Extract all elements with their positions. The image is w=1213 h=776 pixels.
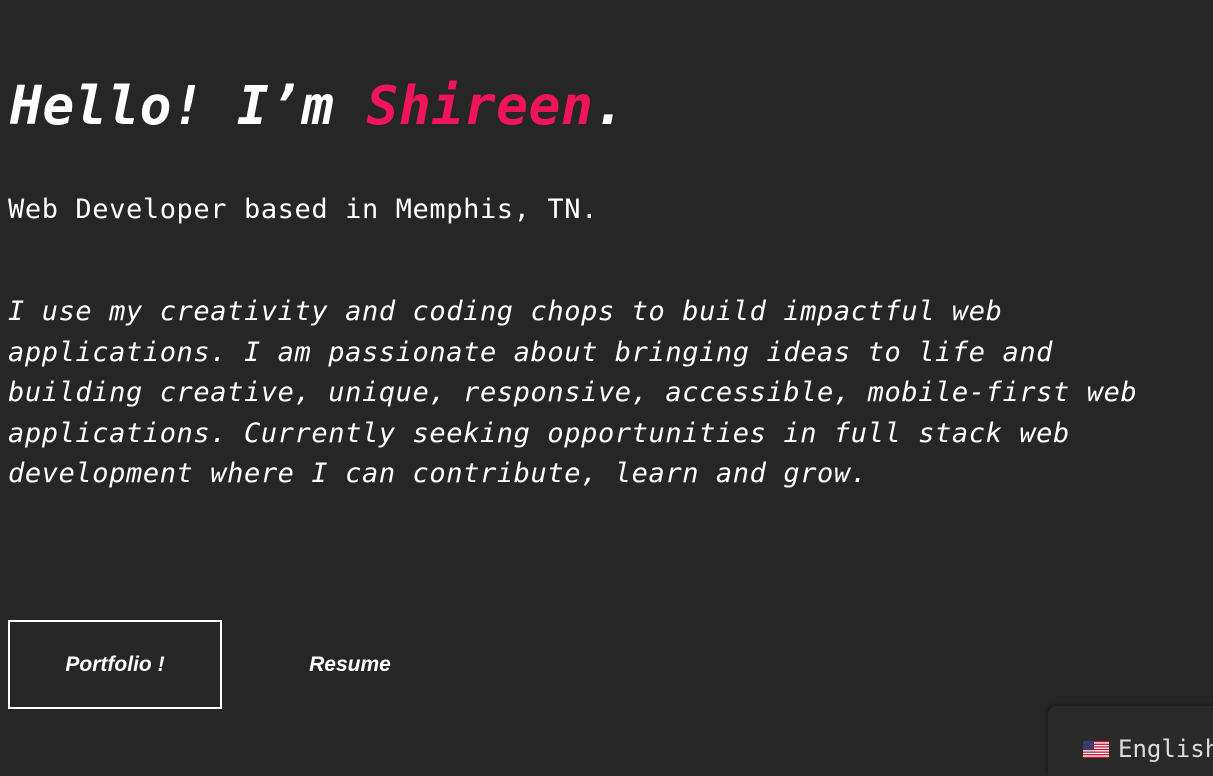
subtitle: Web Developer based in Memphis, TN. [8,194,598,225]
us-flag-icon [1083,741,1109,758]
bio-line: applications. Currently seeking opportun… [8,417,1070,449]
bio-line: building creative, unique, responsive, a… [8,377,1138,408]
greeting-end: . [593,76,626,137]
greeting-text: Hello! I’m [10,76,367,137]
resume-button[interactable]: Resume [262,620,438,709]
bio-paragraph: I use my creativity and coding chops to … [8,292,1213,495]
bio-line: development where I can contribute, lear… [8,458,868,489]
page-title: Hello! I’m Shireen. [10,72,626,142]
portfolio-button[interactable]: Portfolio ! [8,620,222,709]
bio-line: I use my creativity and coding chops to … [8,296,1003,327]
bio-line: applications. I am passionate about brin… [8,336,1054,368]
language-switcher[interactable]: English [1048,706,1213,776]
owner-name: Shireen [366,76,594,137]
